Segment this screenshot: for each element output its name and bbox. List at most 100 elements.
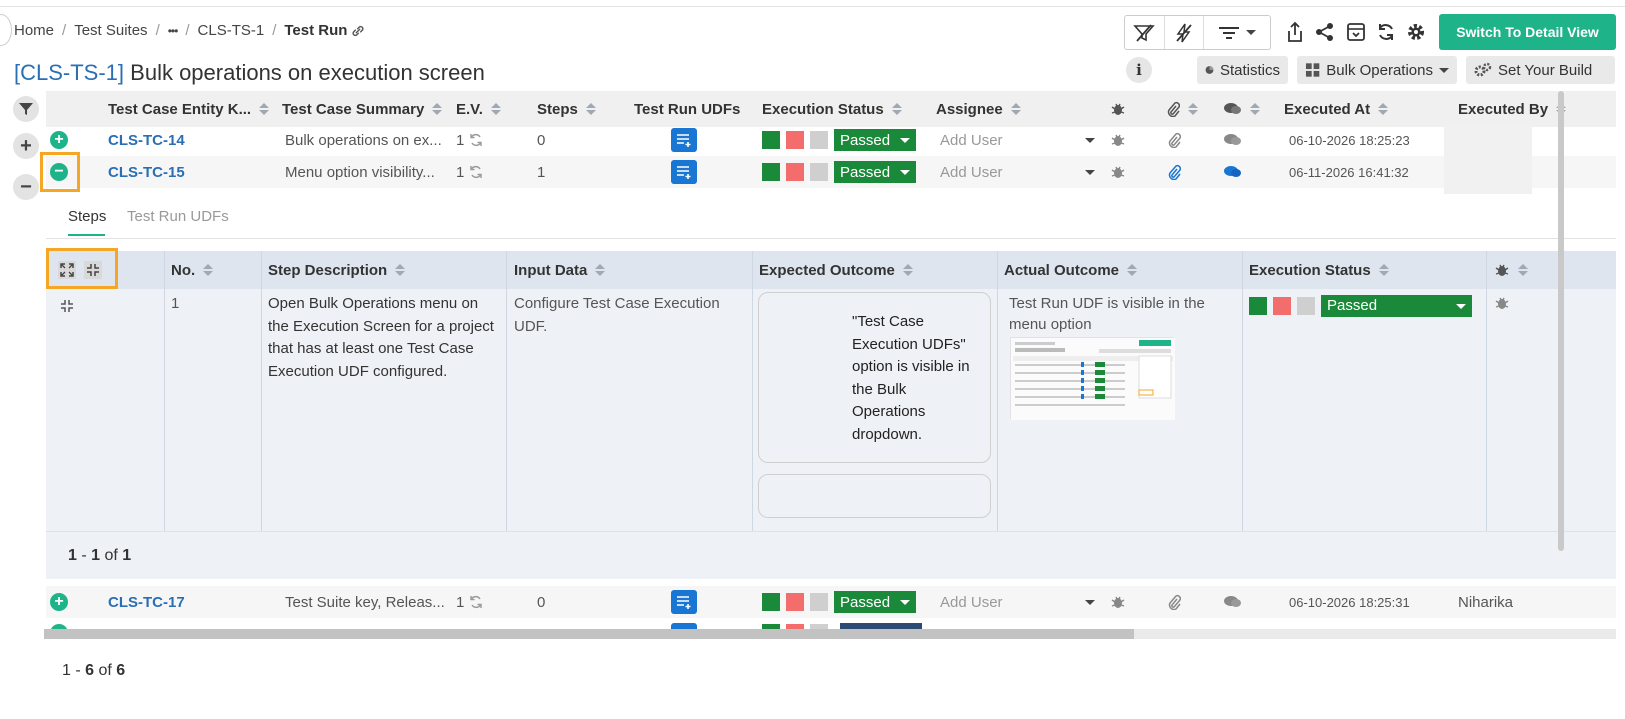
info-icon[interactable]: i <box>1126 57 1152 83</box>
fail-button[interactable] <box>786 131 804 149</box>
col-header-summary[interactable]: Test Case Summary <box>282 101 443 118</box>
clear-filter-button[interactable] <box>1125 16 1165 49</box>
highlight-expand-collapse-controls <box>46 248 118 289</box>
export-icon[interactable] <box>1282 19 1308 45</box>
sort-options-button[interactable] <box>1204 16 1270 49</box>
paperclip-icon[interactable] <box>1167 132 1181 148</box>
lightning-off-icon <box>1176 23 1192 42</box>
switch-to-detail-view-button[interactable]: Switch To Detail View <box>1439 14 1616 50</box>
bug-icon[interactable] <box>1110 594 1126 610</box>
test-run-udf-icon[interactable] <box>671 160 697 184</box>
execution-status-select[interactable]: Passed <box>834 591 916 613</box>
share-icon[interactable] <box>1312 19 1338 45</box>
executed-at: 06-11-2026 16:41:32 <box>1289 164 1409 180</box>
sync-icon[interactable] <box>469 165 483 179</box>
test-suite-key[interactable]: [CLS-TS-1] <box>14 60 124 85</box>
link-icon[interactable] <box>351 24 365 38</box>
statistics-button[interactable]: Statistics <box>1197 56 1288 84</box>
table-row[interactable]: − CLS-TC-15 Menu option visibility... 1 … <box>46 156 1616 194</box>
steps-col-expected-outcome[interactable]: Expected Outcome <box>759 251 913 289</box>
test-suite-name: Bulk operations on execution screen <box>130 60 485 85</box>
pass-button[interactable] <box>1249 297 1267 315</box>
expand-row-icon[interactable]: + <box>50 593 68 611</box>
test-case-key-link[interactable]: CLS-TC-17 <box>108 586 185 618</box>
test-run-udf-icon[interactable] <box>671 590 697 614</box>
fail-button[interactable] <box>786 593 804 611</box>
breadcrumb-test-suite-key[interactable]: CLS-TS-1 <box>198 22 265 39</box>
pass-button[interactable] <box>762 163 780 181</box>
assignee-select[interactable]: Add User <box>940 586 1095 618</box>
steps-col-no[interactable]: No. <box>171 251 214 289</box>
steps-col-execution-status[interactable]: Execution Status <box>1249 251 1389 289</box>
sidebar-toggle-handle[interactable] <box>0 14 12 46</box>
expected-outcome-box[interactable]: "Test Case Execution UDFs" option is vis… <box>758 292 991 463</box>
col-header-executed-at[interactable]: Executed At <box>1284 101 1389 118</box>
execution-status-select[interactable]: Passed <box>834 161 916 183</box>
table-pagination: 1 - 6 of 6 <box>62 662 126 679</box>
step-description: Open Bulk Operations menu on the Executi… <box>268 295 494 380</box>
fail-button[interactable] <box>786 163 804 181</box>
tab-steps[interactable]: Steps <box>68 208 106 225</box>
breadcrumb-home[interactable]: Home <box>14 22 54 39</box>
bug-icon[interactable] <box>1110 164 1126 180</box>
paperclip-icon[interactable] <box>1167 164 1181 180</box>
tab-test-run-udfs[interactable]: Test Run UDFs <box>127 208 229 225</box>
pass-button[interactable] <box>762 131 780 149</box>
col-header-execution-status[interactable]: Execution Status <box>762 101 902 118</box>
step-bug-icon[interactable] <box>1494 295 1510 319</box>
not-executed-button[interactable] <box>810 163 828 181</box>
test-run-udf-icon[interactable] <box>671 128 697 152</box>
table-row[interactable]: + CLS-TC-17 Test Suite key, Releas... 1 … <box>46 586 1616 618</box>
col-header-defects[interactable] <box>1110 101 1126 117</box>
assignee-select[interactable]: Add User <box>940 156 1095 188</box>
refresh-icon[interactable] <box>1373 19 1399 45</box>
not-executed-button[interactable] <box>1297 297 1315 315</box>
comments-icon[interactable] <box>1224 165 1242 179</box>
col-header-attachments[interactable] <box>1166 101 1198 117</box>
execution-status-select[interactable]: Passed <box>834 129 916 151</box>
archive-icon[interactable] <box>1343 19 1369 45</box>
collapse-step-icon[interactable] <box>60 298 74 321</box>
horizontal-scrollbar-thumb[interactable] <box>44 629 1134 639</box>
test-case-key-link[interactable]: CLS-TC-14 <box>108 124 185 156</box>
steps-col-actual-outcome[interactable]: Actual Outcome <box>1004 251 1138 289</box>
pass-button[interactable] <box>762 593 780 611</box>
paperclip-icon[interactable] <box>1167 594 1181 610</box>
bug-icon[interactable] <box>1110 132 1126 148</box>
test-case-key-link[interactable]: CLS-TC-15 <box>108 156 185 188</box>
gear-icon[interactable] <box>1403 19 1429 45</box>
breadcrumb-test-suites[interactable]: Test Suites <box>74 22 147 39</box>
collapse-all-button[interactable]: − <box>13 174 39 200</box>
col-header-assignee[interactable]: Assignee <box>936 101 1021 118</box>
vertical-scrollbar-thumb[interactable] <box>1558 91 1564 551</box>
executed-at: 06-10-2026 18:25:23 <box>1289 132 1410 148</box>
col-header-steps[interactable]: Steps <box>537 101 596 118</box>
comments-icon[interactable] <box>1224 133 1242 147</box>
col-header-ev[interactable]: E.V. <box>456 101 501 118</box>
filter-toggle-button[interactable] <box>13 96 39 122</box>
not-executed-button[interactable] <box>810 131 828 149</box>
step-execution-status-select[interactable]: Passed <box>1321 295 1472 317</box>
steps-col-input-data[interactable]: Input Data <box>514 251 606 289</box>
filter-toolbar-group <box>1124 15 1271 50</box>
disable-button[interactable] <box>1165 16 1205 49</box>
fail-button[interactable] <box>1273 297 1291 315</box>
expand-all-button[interactable]: + <box>13 133 39 159</box>
col-header-executed-by[interactable]: Executed By <box>1458 101 1567 118</box>
assignee-select[interactable]: Add User <box>940 124 1095 156</box>
actual-outcome-screenshot-thumbnail[interactable] <box>1010 337 1175 420</box>
steps-col-defects[interactable] <box>1494 251 1528 289</box>
breadcrumb-ellipsis[interactable]: ••• <box>168 24 179 38</box>
not-executed-button[interactable] <box>810 593 828 611</box>
col-header-entity-key[interactable]: Test Case Entity K... <box>108 101 270 118</box>
steps-col-description[interactable]: Step Description <box>268 251 406 289</box>
expand-row-icon[interactable]: + <box>50 131 68 149</box>
expected-outcome-attachment-box[interactable] <box>758 474 991 518</box>
bulk-operations-button[interactable]: Bulk Operations <box>1297 56 1457 84</box>
set-your-build-button[interactable]: Set Your Build <box>1466 56 1615 84</box>
sync-icon[interactable] <box>469 595 483 609</box>
table-row[interactable]: + CLS-TC-14 Bulk operations on ex... 1 0… <box>46 124 1616 156</box>
sync-icon[interactable] <box>469 133 483 147</box>
col-header-comments[interactable] <box>1224 102 1260 116</box>
comments-icon[interactable] <box>1224 595 1242 609</box>
